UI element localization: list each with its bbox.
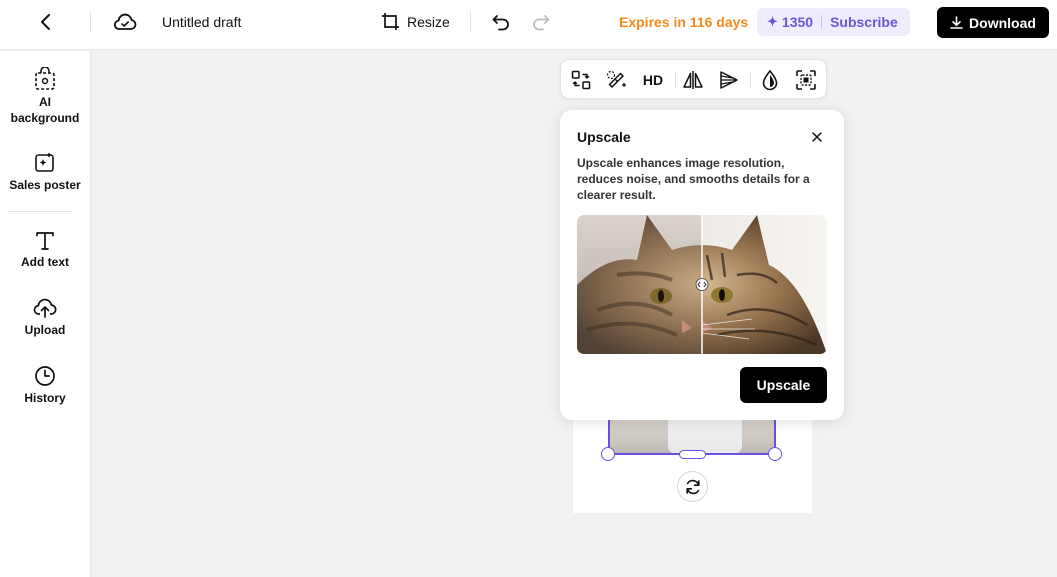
credits-count: 1350 xyxy=(781,14,814,30)
magic-eraser-icon xyxy=(606,70,626,88)
divider xyxy=(90,11,91,33)
magic-eraser-button[interactable] xyxy=(605,68,629,92)
replace-icon xyxy=(571,70,591,90)
upload-icon xyxy=(33,298,57,318)
perspective-icon xyxy=(720,71,738,89)
sidebar-item-label: AI background xyxy=(10,95,80,125)
cloud-save-status[interactable] xyxy=(112,10,138,34)
flip-icon xyxy=(683,71,703,89)
sparkle-icon: ✦ xyxy=(767,14,778,29)
toolbar-divider xyxy=(675,71,676,89)
flip-button[interactable] xyxy=(681,68,705,92)
draft-title[interactable]: Untitled draft xyxy=(162,14,241,30)
text-icon xyxy=(36,232,54,250)
toolbar-divider xyxy=(750,71,751,89)
perspective-button[interactable] xyxy=(717,68,741,92)
resize-label: Resize xyxy=(407,13,450,30)
replace-button[interactable] xyxy=(569,68,593,92)
sidebar-divider xyxy=(8,211,72,212)
download-label: Download xyxy=(969,14,1036,31)
upscale-comparison-image xyxy=(577,215,827,354)
subscribe-link[interactable]: Subscribe xyxy=(830,14,898,30)
undo-button[interactable] xyxy=(490,11,512,33)
undo-icon xyxy=(492,15,509,31)
divider xyxy=(821,15,823,29)
sidebar-item-sales-poster[interactable]: Sales poster xyxy=(0,152,90,193)
sidebar-item-label: Sales poster xyxy=(9,178,81,192)
rotate-icon xyxy=(685,479,700,494)
sidebar: AI background Sales poster Add text Uplo… xyxy=(0,51,91,577)
close-button[interactable] xyxy=(809,129,825,145)
upscale-button[interactable]: Upscale xyxy=(740,367,827,403)
resize-handle-bottom-right[interactable] xyxy=(768,447,782,461)
download-icon xyxy=(950,16,963,29)
back-button[interactable] xyxy=(34,10,58,34)
resize-icon xyxy=(382,13,399,30)
opacity-icon xyxy=(762,69,778,91)
ai-background-icon xyxy=(35,67,55,90)
sales-poster-icon xyxy=(35,153,54,172)
sidebar-item-add-text[interactable]: Add text xyxy=(0,229,90,270)
resize-handle-bottom-left[interactable] xyxy=(601,447,615,461)
close-icon xyxy=(812,132,822,142)
cloud-icon xyxy=(113,13,137,30)
chevron-left-icon xyxy=(41,14,50,30)
download-button[interactable]: Download xyxy=(937,7,1049,38)
rotate-button[interactable] xyxy=(677,471,708,502)
image-toolbar: HD xyxy=(560,59,827,99)
hd-upscale-button[interactable]: HD xyxy=(641,68,665,92)
sidebar-item-label: Add text xyxy=(21,255,69,269)
resize-handle-bottom[interactable] xyxy=(679,450,706,459)
focus-button[interactable] xyxy=(794,68,818,92)
resize-button[interactable]: Resize xyxy=(381,12,450,31)
focus-icon xyxy=(796,70,816,90)
sidebar-item-ai-background[interactable]: AI background xyxy=(0,67,90,126)
top-bar: Untitled draft Resize Expires in 116 day… xyxy=(0,0,1057,50)
popover-description: Upscale enhances image resolution, reduc… xyxy=(577,156,810,202)
sidebar-item-label: History xyxy=(24,391,66,405)
sidebar-item-history[interactable]: History xyxy=(0,365,90,406)
redo-button[interactable] xyxy=(530,11,552,33)
sidebar-item-label: Upload xyxy=(24,323,66,337)
opacity-button[interactable] xyxy=(758,68,782,92)
sidebar-item-upload[interactable]: Upload xyxy=(0,297,90,338)
redo-icon xyxy=(533,15,550,31)
history-icon xyxy=(35,366,55,386)
upscale-popover: Upscale Upscale enhances image resolutio… xyxy=(560,110,844,420)
cat-comparison-image xyxy=(577,215,827,354)
credits-badge[interactable]: ✦ 1350 Subscribe xyxy=(757,8,910,36)
expiry-notice: Expires in 116 days xyxy=(619,14,749,30)
divider xyxy=(470,11,471,33)
popover-title: Upscale xyxy=(577,129,631,145)
